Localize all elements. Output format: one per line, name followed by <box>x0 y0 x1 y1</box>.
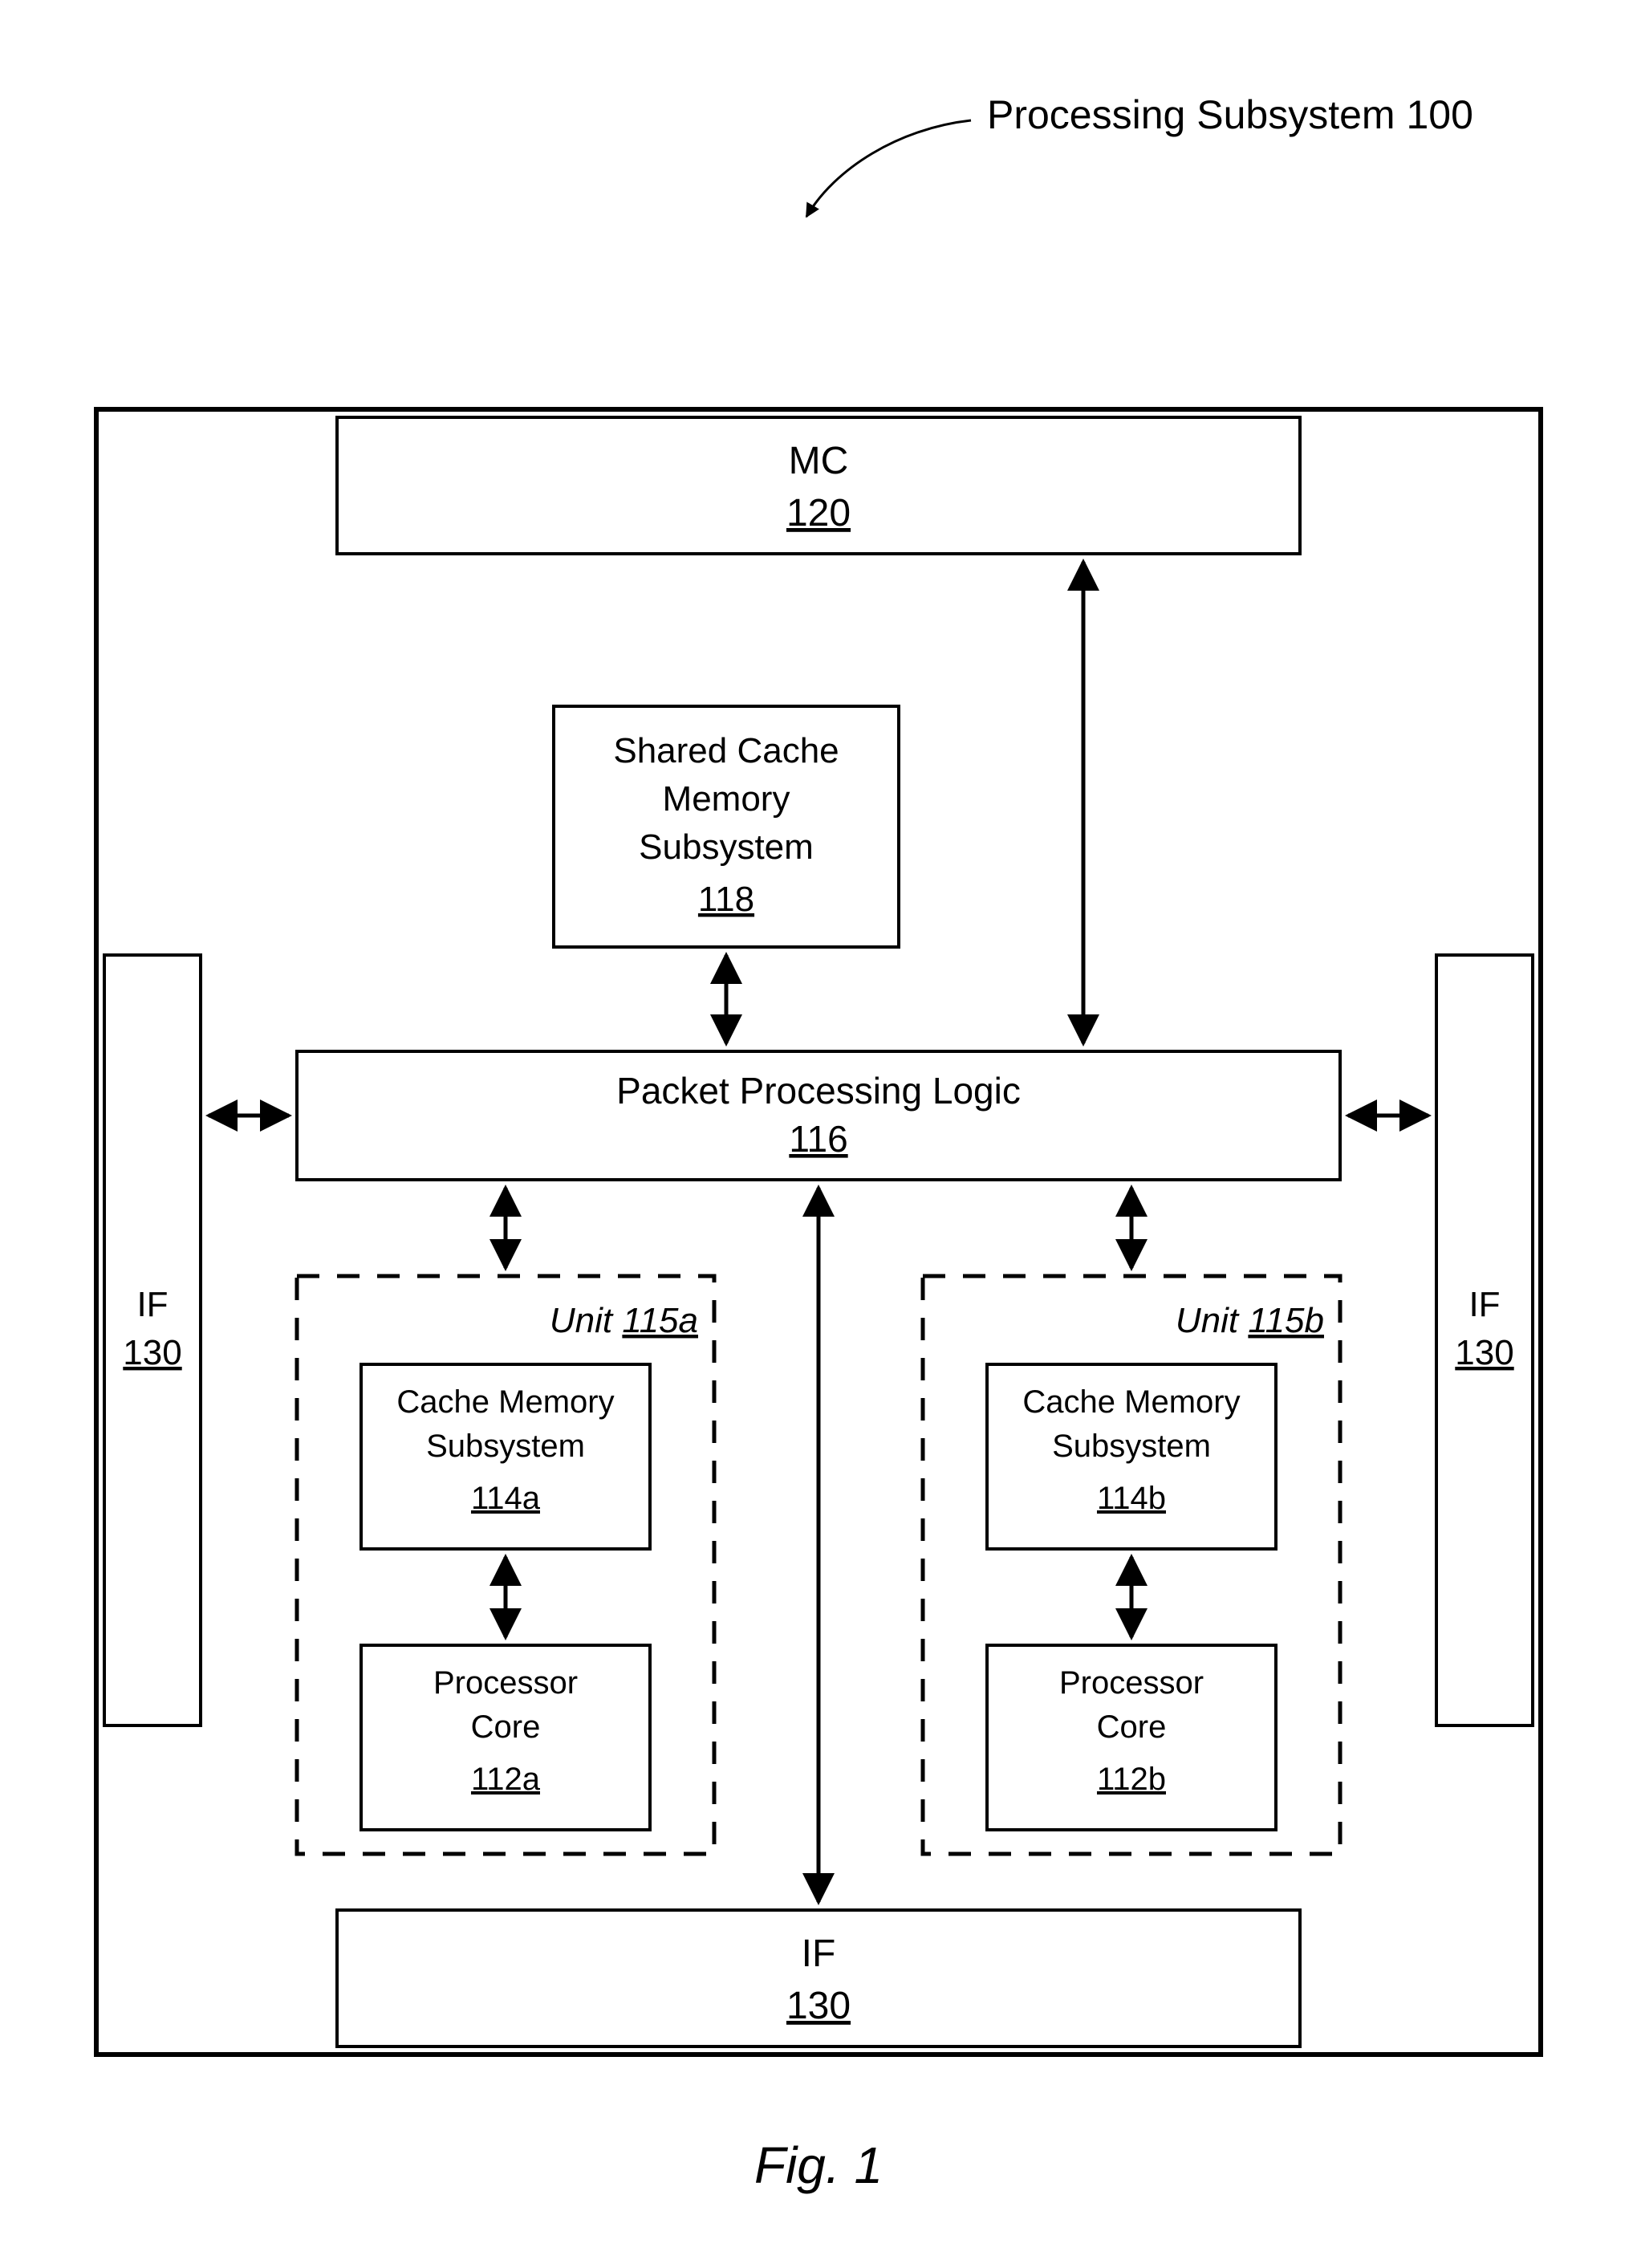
core-b-line1: Processor <box>1059 1665 1204 1701</box>
if-left-ref: 130 <box>123 1333 181 1372</box>
cache-b-line2: Subsystem <box>1052 1429 1211 1464</box>
unit-b-label: Unit <box>1176 1301 1240 1340</box>
svg-text:Unit 115b: Unit 115b <box>1176 1301 1324 1340</box>
shared-cache-line2: Memory <box>663 779 790 819</box>
core-a-ref: 112a <box>471 1762 541 1797</box>
unit-a-label: Unit <box>550 1301 614 1340</box>
mc-ref: 120 <box>786 492 851 534</box>
cache-b-block: Cache Memory Subsystem 114b <box>987 1364 1276 1549</box>
core-a-block: Processor Core 112a <box>361 1645 650 1830</box>
cache-b-line1: Cache Memory <box>1022 1384 1240 1420</box>
figure-caption: Fig. 1 <box>754 2136 883 2194</box>
cache-a-line2: Subsystem <box>426 1429 585 1464</box>
shared-cache-block: Shared Cache Memory Subsystem 118 <box>554 706 899 947</box>
if-left-block: IF 130 <box>104 955 201 1725</box>
title-callout: Processing Subsystem 100 <box>806 92 1473 217</box>
title-text: Processing Subsystem <box>987 92 1395 137</box>
core-a-line2: Core <box>471 1709 541 1745</box>
ppl-ref: 116 <box>789 1118 847 1160</box>
if-right-block: IF 130 <box>1436 955 1533 1725</box>
if-right-label: IF <box>1468 1285 1500 1324</box>
unit-a-ref: 115a <box>622 1301 698 1340</box>
core-b-line2: Core <box>1097 1709 1167 1745</box>
if-bottom-block: IF 130 <box>337 1910 1300 2046</box>
ppl-block: Packet Processing Logic 116 <box>297 1051 1340 1180</box>
cache-a-line1: Cache Memory <box>396 1384 614 1420</box>
cache-a-block: Cache Memory Subsystem 114a <box>361 1364 650 1549</box>
svg-text:Unit 115a: Unit 115a <box>550 1301 698 1340</box>
if-right-ref: 130 <box>1455 1333 1513 1372</box>
mc-label: MC <box>789 440 849 482</box>
shared-cache-ref: 118 <box>698 880 754 919</box>
title-ref: 100 <box>1406 92 1472 137</box>
unit-b-ref: 115b <box>1248 1301 1324 1340</box>
shared-cache-line3: Subsystem <box>639 827 814 867</box>
mc-block: MC 120 <box>337 417 1300 554</box>
shared-cache-line1: Shared Cache <box>613 731 839 770</box>
svg-text:Processing Subsystem: Processing Subsystem 100 <box>987 92 1473 137</box>
if-bottom-label: IF <box>802 1933 836 1975</box>
cache-b-ref: 114b <box>1097 1481 1166 1516</box>
core-a-line1: Processor <box>433 1665 578 1701</box>
diagram-canvas: Processing Subsystem 100 MC 120 IF 130 I… <box>0 0 1637 2268</box>
if-bottom-ref: 130 <box>786 1985 851 2027</box>
core-b-block: Processor Core 112b <box>987 1645 1276 1830</box>
if-left-label: IF <box>136 1285 168 1324</box>
ppl-label: Packet Processing Logic <box>616 1070 1021 1112</box>
cache-a-ref: 114a <box>471 1481 541 1516</box>
core-b-ref: 112b <box>1097 1762 1166 1797</box>
